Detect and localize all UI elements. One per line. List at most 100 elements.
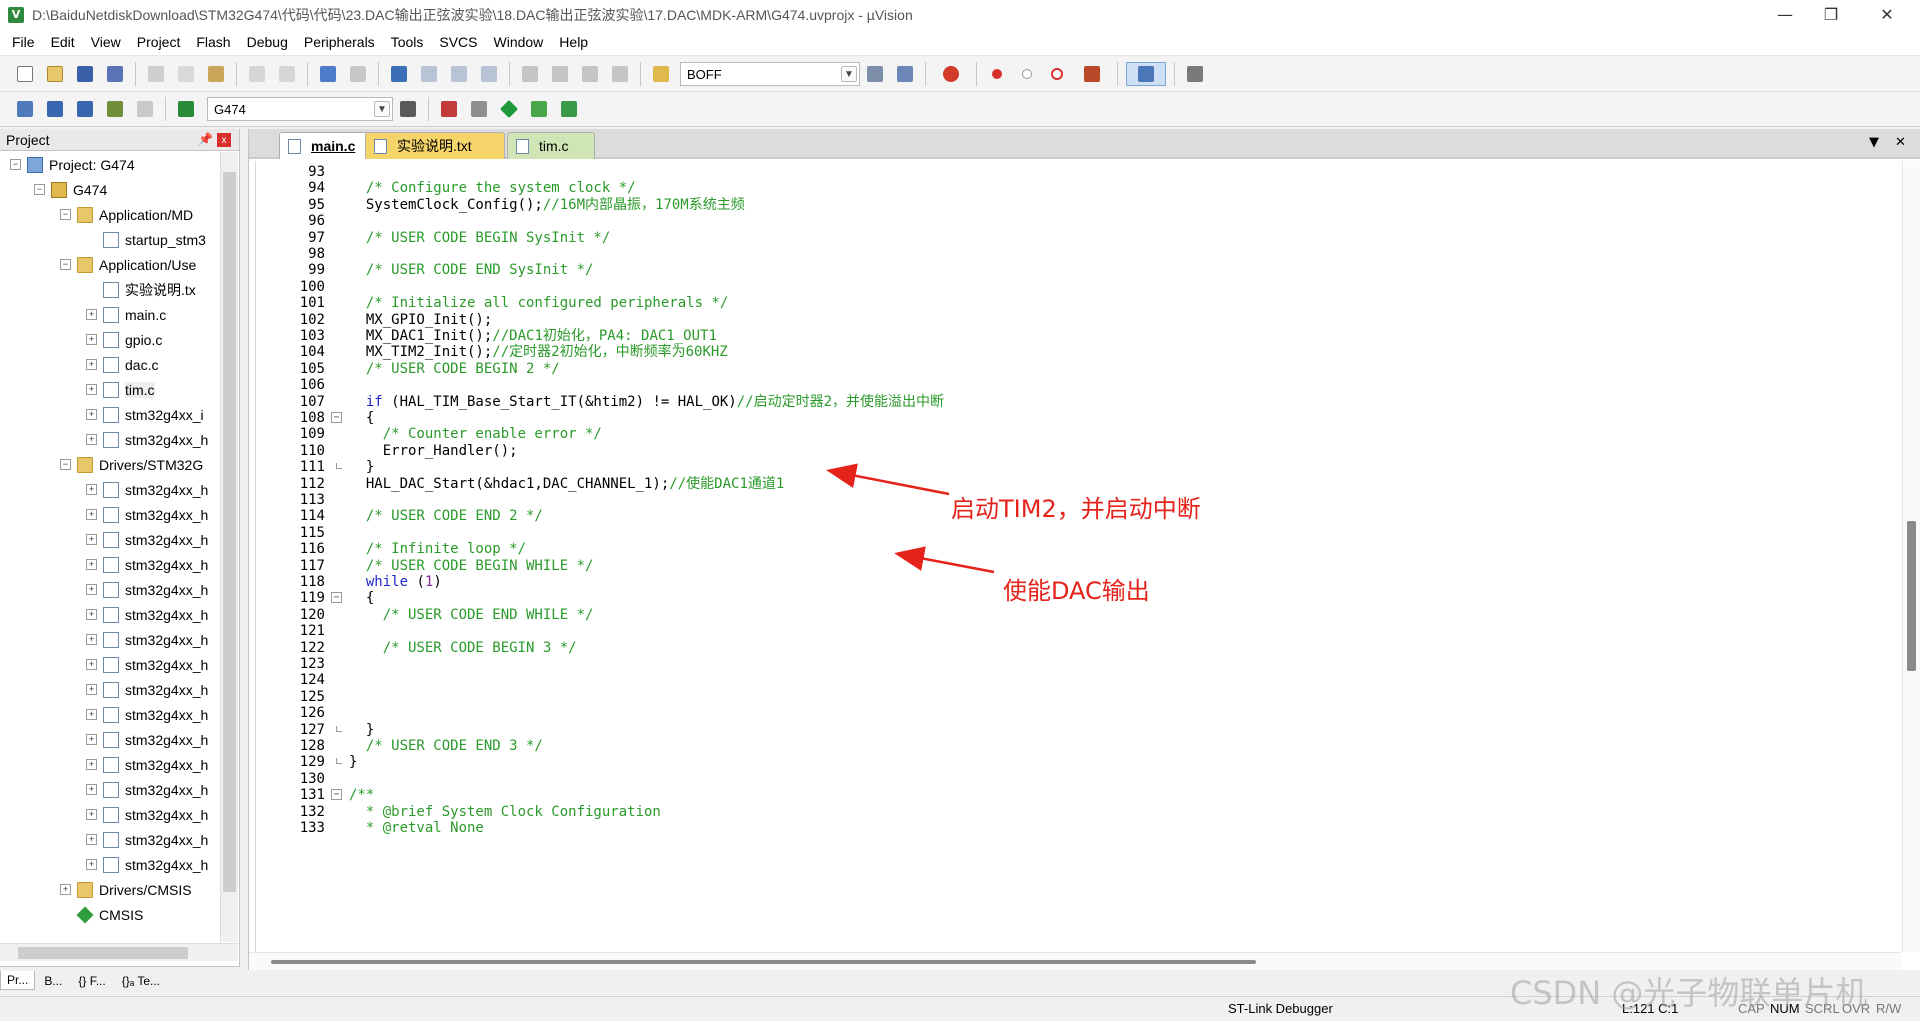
save-all-button[interactable] — [103, 62, 127, 86]
tree-item[interactable]: + tim.c — [0, 377, 220, 402]
tree-item[interactable]: + stm32g4xx_h — [0, 602, 220, 627]
expand-icon[interactable]: + — [86, 484, 97, 495]
expand-icon[interactable]: + — [86, 809, 97, 820]
manage-rte-button[interactable] — [497, 97, 521, 121]
navigate-forward-button[interactable] — [346, 62, 370, 86]
comment-button[interactable] — [578, 62, 602, 86]
expand-icon[interactable]: + — [86, 859, 97, 870]
expand-icon[interactable]: + — [86, 784, 97, 795]
tree-item[interactable]: + stm32g4xx_h — [0, 827, 220, 852]
build-button[interactable] — [43, 97, 67, 121]
copy-button[interactable] — [174, 62, 198, 86]
tree-item[interactable]: + stm32g4xx_i — [0, 402, 220, 427]
clear-bookmarks-button[interactable] — [477, 62, 501, 86]
unindent-button[interactable] — [548, 62, 572, 86]
indent-button[interactable] — [518, 62, 542, 86]
close-window-button[interactable]: ✕ — [1864, 0, 1910, 29]
save-button[interactable] — [73, 62, 97, 86]
pack-installer-button[interactable] — [557, 97, 581, 121]
undo-button[interactable] — [245, 62, 269, 86]
menu-svcs[interactable]: SVCS — [431, 34, 485, 50]
bookmark-button[interactable] — [387, 62, 411, 86]
tree-item[interactable]: + stm32g4xx_h — [0, 727, 220, 752]
tree-item[interactable]: + stm32g4xx_h — [0, 752, 220, 777]
collapse-icon[interactable]: − — [60, 259, 71, 270]
tree-item[interactable]: + main.c — [0, 302, 220, 327]
target-select[interactable]: G474 ▼ — [207, 97, 393, 121]
expand-icon[interactable]: + — [86, 309, 97, 320]
chevron-down-icon[interactable]: ▼ — [841, 66, 857, 82]
project-tree-vertical-scrollbar[interactable] — [220, 152, 238, 942]
tree-item[interactable]: startup_stm3 — [0, 227, 220, 252]
tree-item[interactable]: − Drivers/STM32G — [0, 452, 220, 477]
expand-icon[interactable]: + — [86, 434, 97, 445]
tab-templates[interactable]: {}ₐ Te... — [115, 971, 167, 991]
restore-button[interactable]: ❐ — [1808, 0, 1854, 29]
tree-item[interactable]: + stm32g4xx_h — [0, 552, 220, 577]
navigate-back-button[interactable] — [316, 62, 340, 86]
expand-icon[interactable]: + — [86, 659, 97, 670]
tree-item[interactable]: + stm32g4xx_h — [0, 627, 220, 652]
find-button[interactable] — [863, 62, 887, 86]
tree-item[interactable]: 实验说明.tx — [0, 277, 220, 302]
expand-icon[interactable]: + — [86, 759, 97, 770]
tree-item[interactable]: + gpio.c — [0, 327, 220, 352]
open-file-button[interactable] — [43, 62, 67, 86]
incremental-find-button[interactable] — [893, 62, 917, 86]
collapse-icon[interactable]: − — [60, 459, 71, 470]
expand-icon[interactable]: + — [86, 684, 97, 695]
tree-item[interactable]: + stm32g4xx_h — [0, 527, 220, 552]
expand-icon[interactable]: + — [86, 534, 97, 545]
paste-button[interactable] — [204, 62, 228, 86]
tree-item[interactable]: + stm32g4xx_h — [0, 577, 220, 602]
menu-flash[interactable]: Flash — [188, 34, 238, 50]
tab-books[interactable]: B... — [37, 971, 69, 991]
menu-edit[interactable]: Edit — [43, 34, 83, 50]
expand-icon[interactable]: + — [86, 334, 97, 345]
expand-icon[interactable]: + — [86, 634, 97, 645]
expand-icon[interactable]: + — [86, 384, 97, 395]
tab-project[interactable]: Pr... — [0, 971, 36, 990]
expand-icon[interactable]: + — [86, 509, 97, 520]
tree-item[interactable]: + stm32g4xx_h — [0, 802, 220, 827]
find-combo[interactable]: BOFF ▼ — [680, 62, 860, 86]
tree-item[interactable]: + stm32g4xx_h — [0, 702, 220, 727]
tree-item[interactable]: + Drivers/CMSIS — [0, 877, 220, 902]
tree-item[interactable]: + stm32g4xx_h — [0, 477, 220, 502]
tree-item[interactable]: + stm32g4xx_h — [0, 852, 220, 877]
redo-button[interactable] — [275, 62, 299, 86]
menu-tools[interactable]: Tools — [383, 34, 432, 50]
rebuild-button[interactable] — [73, 97, 97, 121]
expand-icon[interactable]: + — [86, 559, 97, 570]
menu-view[interactable]: View — [83, 34, 129, 50]
minimize-button[interactable]: — — [1762, 0, 1808, 29]
tree-item[interactable]: CMSIS — [0, 902, 220, 927]
menu-file[interactable]: File — [4, 34, 43, 50]
tree-item[interactable]: + stm32g4xx_h — [0, 427, 220, 452]
tree-item[interactable]: + stm32g4xx_h — [0, 677, 220, 702]
target-options-button[interactable] — [396, 97, 420, 121]
menu-project[interactable]: Project — [129, 34, 189, 50]
file-extensions-button[interactable] — [467, 97, 491, 121]
download-button[interactable] — [174, 97, 198, 121]
collapse-icon[interactable]: − — [60, 209, 71, 220]
expand-icon[interactable]: + — [86, 709, 97, 720]
configure-button[interactable] — [1183, 62, 1207, 86]
stop-build-button[interactable] — [133, 97, 157, 121]
find-in-files-button[interactable] — [649, 62, 673, 86]
tab-functions[interactable]: {} F... — [71, 971, 112, 991]
next-bookmark-button[interactable] — [447, 62, 471, 86]
menu-help[interactable]: Help — [551, 34, 596, 50]
uncomment-button[interactable] — [608, 62, 632, 86]
menu-debug[interactable]: Debug — [239, 34, 296, 50]
expand-icon[interactable]: + — [60, 884, 71, 895]
manage-project-items-button[interactable] — [437, 97, 461, 121]
expand-icon[interactable]: + — [86, 359, 97, 370]
expand-icon[interactable]: + — [86, 584, 97, 595]
collapse-icon[interactable]: − — [10, 159, 21, 170]
scrollbar-thumb[interactable] — [18, 947, 188, 959]
tree-item[interactable]: + stm32g4xx_h — [0, 502, 220, 527]
tree-item[interactable]: + stm32g4xx_h — [0, 652, 220, 677]
tree-item[interactable]: + stm32g4xx_h — [0, 777, 220, 802]
window-layout-button[interactable] — [1126, 62, 1166, 86]
